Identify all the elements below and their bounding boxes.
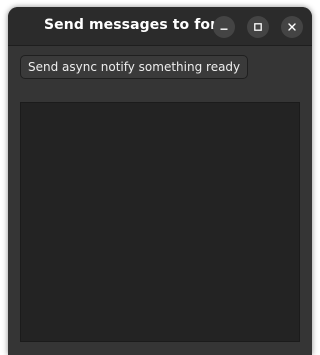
maximize-icon: [254, 23, 262, 31]
message-text-area[interactable]: [20, 102, 300, 342]
close-icon: [288, 23, 296, 31]
bottom-padding: [8, 343, 312, 355]
send-async-notify-button[interactable]: Send async notify something ready: [20, 55, 249, 79]
title-bar[interactable]: Send messages to form: [8, 7, 312, 46]
maximize-button[interactable]: [247, 16, 269, 38]
minimize-button[interactable]: [213, 16, 235, 38]
window-content: Send async notify something ready: [8, 46, 312, 355]
app-window: Send messages to form Send async notify …: [8, 7, 312, 355]
close-button[interactable]: [281, 16, 303, 38]
window-title: Send messages to form: [44, 17, 232, 33]
minimize-icon: [220, 28, 228, 30]
